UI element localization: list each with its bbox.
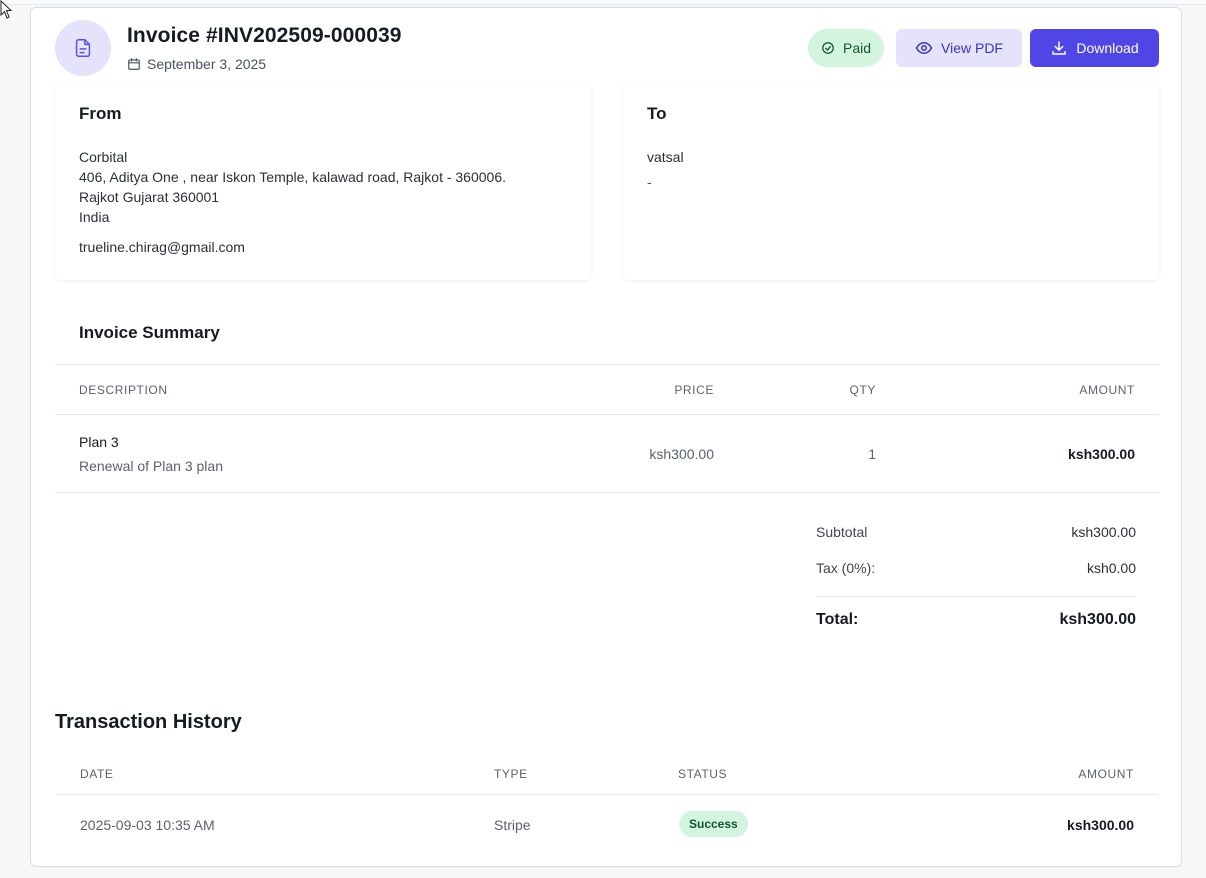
mouse-cursor-icon <box>0 0 13 19</box>
tx-col-type: TYPE <box>494 767 528 781</box>
tax-label: Tax (0%): <box>816 560 876 576</box>
transaction-table: DATE TYPE STATUS AMOUNT 2025-09-03 10:35… <box>56 755 1158 857</box>
check-circle-icon <box>821 41 835 55</box>
tx-type: Stripe <box>494 817 531 833</box>
calendar-icon <box>127 57 141 71</box>
download-label: Download <box>1076 40 1139 56</box>
to-card: To vatsal - <box>623 82 1159 280</box>
tax-value: ksh0.00 <box>1086 560 1136 576</box>
item-price: ksh300.00 <box>649 446 714 462</box>
subtotal-row: Subtotal ksh300.00 <box>816 518 1136 554</box>
top-border <box>0 0 1206 5</box>
total-value: ksh300.00 <box>1059 611 1136 628</box>
tx-col-status: STATUS <box>678 767 728 781</box>
col-price: PRICE <box>674 383 714 397</box>
tax-row: Tax (0%): ksh0.00 <box>816 554 1136 590</box>
to-detail: - <box>647 174 652 190</box>
col-amount: AMOUNT <box>1079 383 1135 397</box>
page-title: Invoice #INV202509-000039 <box>127 24 402 47</box>
tx-date: 2025-09-03 10:35 AM <box>80 817 215 833</box>
eye-icon <box>915 39 933 57</box>
item-name: Plan 3 <box>79 434 119 450</box>
col-description: DESCRIPTION <box>79 383 168 397</box>
from-email: trueline.chirag@gmail.com <box>79 239 245 255</box>
summary-table: DESCRIPTION PRICE QTY AMOUNT Plan 3 Rene… <box>55 364 1159 493</box>
from-address-line2: Rajkot Gujarat 360001 <box>79 189 220 205</box>
invoice-card: Invoice #INV202509-000039 September 3, 2… <box>30 7 1182 867</box>
summary-heading: Invoice Summary <box>79 323 220 342</box>
from-country: India <box>79 209 110 225</box>
download-icon <box>1050 39 1068 57</box>
from-address: Corbital 406, Aditya One , near Iskon Te… <box>79 147 506 227</box>
transaction-header-row: DATE TYPE STATUS AMOUNT <box>56 755 1158 795</box>
item-qty: 1 <box>868 446 876 462</box>
transaction-history-heading: Transaction History <box>55 711 242 733</box>
summary-header-row: DESCRIPTION PRICE QTY AMOUNT <box>55 364 1159 415</box>
total-row: Total: ksh300.00 <box>816 597 1136 641</box>
tx-col-date: DATE <box>80 767 114 781</box>
item-description: Renewal of Plan 3 plan <box>79 458 223 474</box>
item-amount: ksh300.00 <box>1068 446 1135 462</box>
subtotal-label: Subtotal <box>816 524 868 540</box>
download-button[interactable]: Download <box>1030 29 1159 67</box>
tx-col-amount: AMOUNT <box>1078 767 1134 781</box>
to-name: vatsal <box>647 149 684 165</box>
document-icon <box>55 20 111 76</box>
status-badge: Paid <box>808 29 884 67</box>
invoice-date-text: September 3, 2025 <box>147 56 267 72</box>
tx-status-badge: Success <box>679 811 748 837</box>
from-address-line1: 406, Aditya One , near Iskon Temple, kal… <box>79 169 506 185</box>
status-badge-label: Paid <box>842 40 872 56</box>
total-label: Total: <box>816 611 859 628</box>
totals-block: Subtotal ksh300.00 Tax (0%): ksh0.00 Tot… <box>816 518 1136 641</box>
view-pdf-label: View PDF <box>941 40 1003 56</box>
table-row: Plan 3 Renewal of Plan 3 plan ksh300.00 … <box>55 415 1159 493</box>
col-qty: QTY <box>849 383 876 397</box>
view-pdf-button[interactable]: View PDF <box>896 29 1022 67</box>
tx-amount: ksh300.00 <box>1067 817 1134 833</box>
from-heading: From <box>79 104 122 123</box>
to-heading: To <box>647 104 667 123</box>
from-card: From Corbital 406, Aditya One , near Isk… <box>55 82 591 280</box>
invoice-date: September 3, 2025 <box>127 56 266 72</box>
table-row: 2025-09-03 10:35 AM Stripe Success ksh30… <box>56 795 1158 857</box>
subtotal-value: ksh300.00 <box>1071 524 1136 540</box>
from-name: Corbital <box>79 149 128 165</box>
